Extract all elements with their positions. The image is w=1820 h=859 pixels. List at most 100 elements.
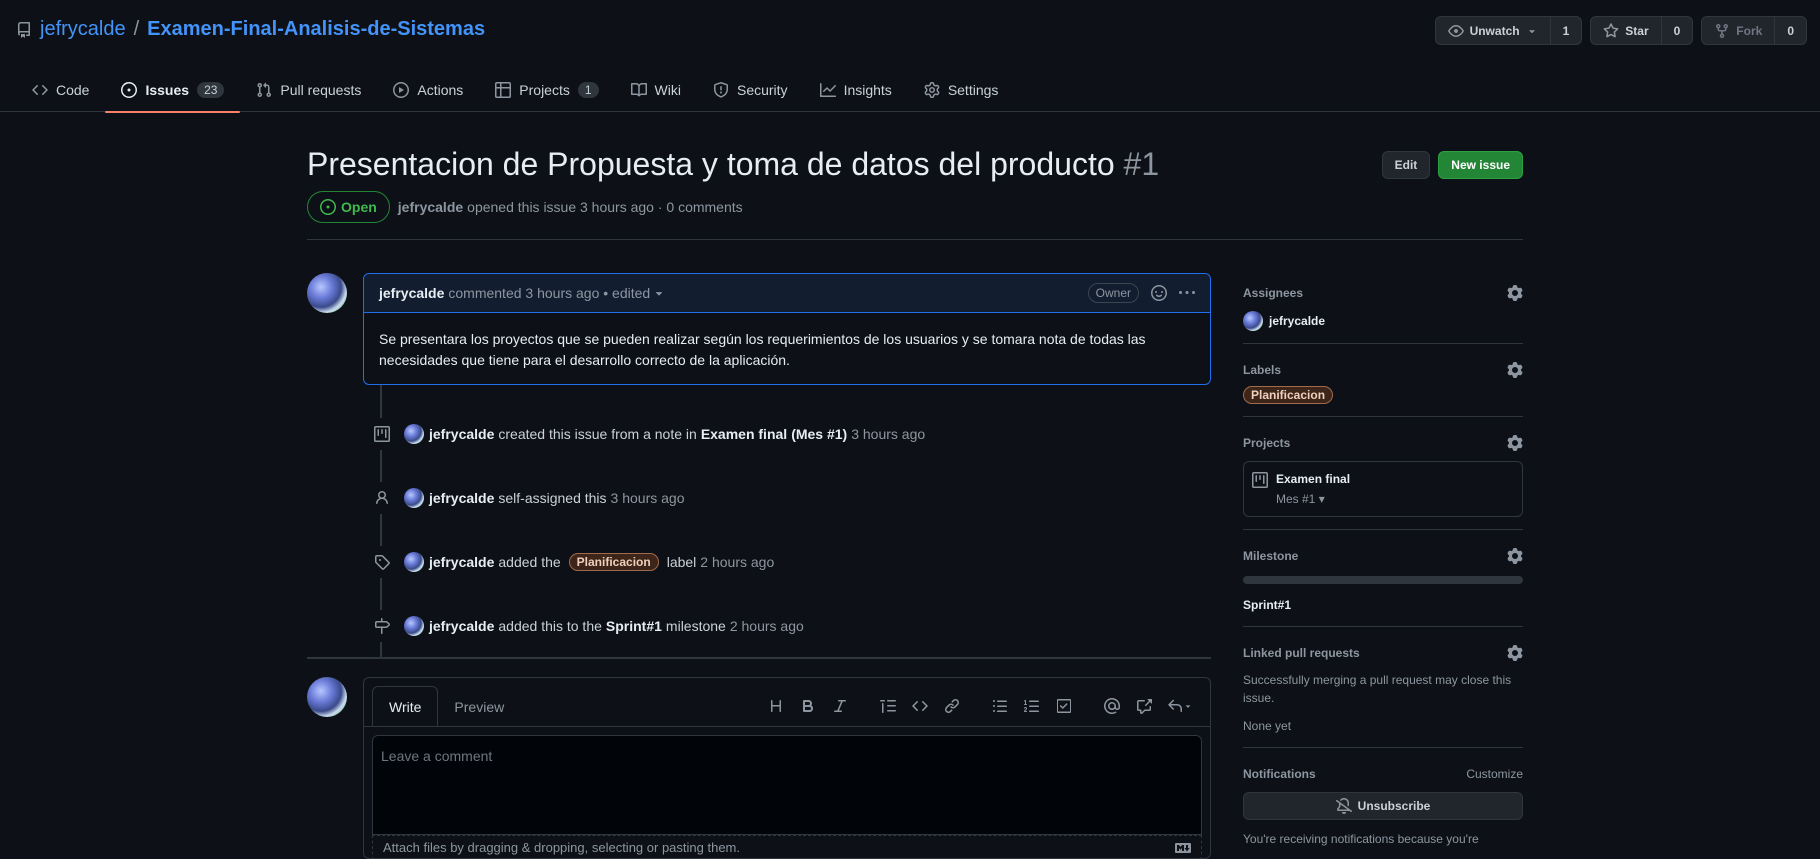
- comment-author-avatar[interactable]: [307, 273, 347, 313]
- mention-icon: [1104, 698, 1120, 714]
- new-issue-button[interactable]: New issue: [1438, 151, 1523, 179]
- attach-files-bar[interactable]: Attach files by dragging & dropping, sel…: [372, 835, 1202, 859]
- assignee-avatar: [1243, 311, 1263, 331]
- milestone-link[interactable]: Sprint#1: [1243, 596, 1523, 614]
- markdown-icon: [1175, 842, 1191, 853]
- repo-actions: Unwatch 1 Star 0 Fork 0: [1434, 16, 1807, 45]
- gear-icon[interactable]: [1507, 435, 1523, 451]
- linked-prs-header[interactable]: Linked pull requests: [1243, 643, 1523, 663]
- tab-actions[interactable]: Actions: [377, 68, 479, 112]
- milestone-header[interactable]: Milestone: [1243, 546, 1523, 566]
- assignee-item[interactable]: jefrycalde: [1243, 311, 1523, 331]
- event-avatar[interactable]: [404, 552, 424, 572]
- comment-meta[interactable]: commented 3 hours ago • edited: [448, 285, 650, 301]
- issue-comment: jefrycalde commented 3 hours ago • edite…: [363, 273, 1211, 385]
- event-user-link[interactable]: jefrycalde: [429, 490, 494, 506]
- event-avatar[interactable]: [404, 424, 424, 444]
- event-text: added the: [498, 554, 561, 570]
- edit-button[interactable]: Edit: [1381, 151, 1431, 179]
- event-time[interactable]: 3 hours ago: [611, 490, 685, 506]
- event-avatar[interactable]: [404, 488, 424, 508]
- gear-icon[interactable]: [1507, 362, 1523, 378]
- unwatch-button[interactable]: Unwatch: [1436, 17, 1551, 44]
- quote-button[interactable]: [872, 692, 904, 720]
- star-button[interactable]: Star: [1591, 17, 1662, 44]
- project-column-label: Mes #1: [1276, 492, 1316, 506]
- smiley-icon[interactable]: [1151, 285, 1167, 301]
- unordered-list-button[interactable]: [984, 692, 1016, 720]
- repo-owner-link[interactable]: jefrycalde: [40, 18, 126, 41]
- link-button[interactable]: [936, 692, 968, 720]
- event-user-link[interactable]: jefrycalde: [429, 618, 494, 634]
- tab-pull-requests[interactable]: Pull requests: [240, 68, 377, 112]
- kebab-horizontal-icon[interactable]: [1179, 285, 1195, 301]
- project-column-select[interactable]: Mes #1 ▾: [1276, 492, 1350, 506]
- git-pull-request-icon: [257, 82, 272, 98]
- tab-settings[interactable]: Settings: [908, 68, 1015, 112]
- tab-issues[interactable]: Issues 23: [105, 68, 241, 113]
- reply-icon: [1168, 699, 1182, 712]
- gear-icon[interactable]: [1507, 548, 1523, 564]
- comment-body: Se presentara los proyectos que se puede…: [379, 331, 1146, 368]
- issue-author-link[interactable]: jefrycalde: [398, 199, 463, 215]
- italic-button[interactable]: [824, 692, 856, 720]
- tab-insights[interactable]: Insights: [804, 68, 908, 112]
- cross-reference-button[interactable]: [1128, 692, 1160, 720]
- event-label-pill[interactable]: Planificacion: [568, 553, 659, 571]
- repo-tabs: Code Issues 23 Pull requests Actions Pro…: [16, 68, 1015, 113]
- event-time[interactable]: 2 hours ago: [700, 554, 774, 570]
- labels-header[interactable]: Labels: [1243, 360, 1523, 380]
- label-planificacion[interactable]: Planificacion: [1243, 386, 1334, 404]
- assignees-header[interactable]: Assignees: [1243, 283, 1523, 303]
- event-project-link[interactable]: Examen final: [701, 426, 787, 442]
- tab-wiki[interactable]: Wiki: [615, 68, 697, 112]
- bell-slash-icon: [1335, 798, 1352, 814]
- current-user-avatar[interactable]: [307, 677, 347, 717]
- customize-link[interactable]: Customize: [1466, 767, 1523, 781]
- event-avatar[interactable]: [404, 616, 424, 636]
- labels-section: Labels Planificacion: [1243, 360, 1523, 417]
- table-icon: [495, 82, 512, 98]
- projects-header[interactable]: Projects: [1243, 433, 1523, 453]
- mention-button[interactable]: [1096, 692, 1128, 720]
- event-time[interactable]: 3 hours ago: [851, 426, 925, 442]
- forks-count[interactable]: 0: [1775, 17, 1806, 44]
- ordered-list-button[interactable]: [1016, 692, 1048, 720]
- project-name-link[interactable]: Examen final: [1276, 472, 1350, 486]
- event-time[interactable]: 2 hours ago: [730, 618, 804, 634]
- event-milestone-link[interactable]: Sprint#1: [606, 618, 662, 634]
- tab-code[interactable]: Code: [16, 68, 105, 112]
- repo-title: jefrycalde / Examen-Final-Analisis-de-Si…: [16, 18, 485, 41]
- tab-security[interactable]: Security: [697, 68, 804, 112]
- repo-name-link[interactable]: Examen-Final-Analisis-de-Sistemas: [147, 18, 485, 41]
- saved-replies-button[interactable]: [1160, 692, 1200, 720]
- unsubscribe-button[interactable]: Unsubscribe: [1243, 792, 1523, 820]
- comment-header: jefrycalde commented 3 hours ago • edite…: [364, 274, 1210, 313]
- watchers-count[interactable]: 1: [1551, 17, 1582, 44]
- link-icon: [944, 698, 960, 714]
- code-button[interactable]: [904, 692, 936, 720]
- projects-count-badge: 1: [577, 82, 599, 98]
- comment-author-link[interactable]: jefrycalde: [379, 285, 444, 301]
- milestone-heading: Milestone: [1243, 549, 1299, 563]
- issue-number: #1: [1123, 146, 1160, 182]
- stars-count[interactable]: 0: [1662, 17, 1693, 44]
- event-user-link[interactable]: jefrycalde: [429, 554, 494, 570]
- label-list: Planificacion: [1243, 386, 1523, 404]
- comment-textarea[interactable]: Leave a comment: [372, 735, 1202, 835]
- bold-button[interactable]: [792, 692, 824, 720]
- star-icon: [1603, 22, 1619, 37]
- task-list-button[interactable]: [1048, 692, 1080, 720]
- tasklist-icon: [1057, 699, 1071, 713]
- heading-button[interactable]: [760, 692, 792, 720]
- star-label: Star: [1625, 23, 1649, 38]
- triangle-down-icon[interactable]: [652, 286, 666, 300]
- event-user-link[interactable]: jefrycalde: [429, 426, 494, 442]
- gear-icon[interactable]: [1507, 645, 1523, 661]
- gear-icon[interactable]: [1507, 285, 1523, 301]
- tab-projects[interactable]: Projects 1: [479, 68, 614, 112]
- fork-button[interactable]: Fork: [1702, 17, 1776, 44]
- write-tab[interactable]: Write: [372, 686, 439, 727]
- preview-tab[interactable]: Preview: [438, 686, 520, 727]
- owner-badge: Owner: [1087, 283, 1139, 303]
